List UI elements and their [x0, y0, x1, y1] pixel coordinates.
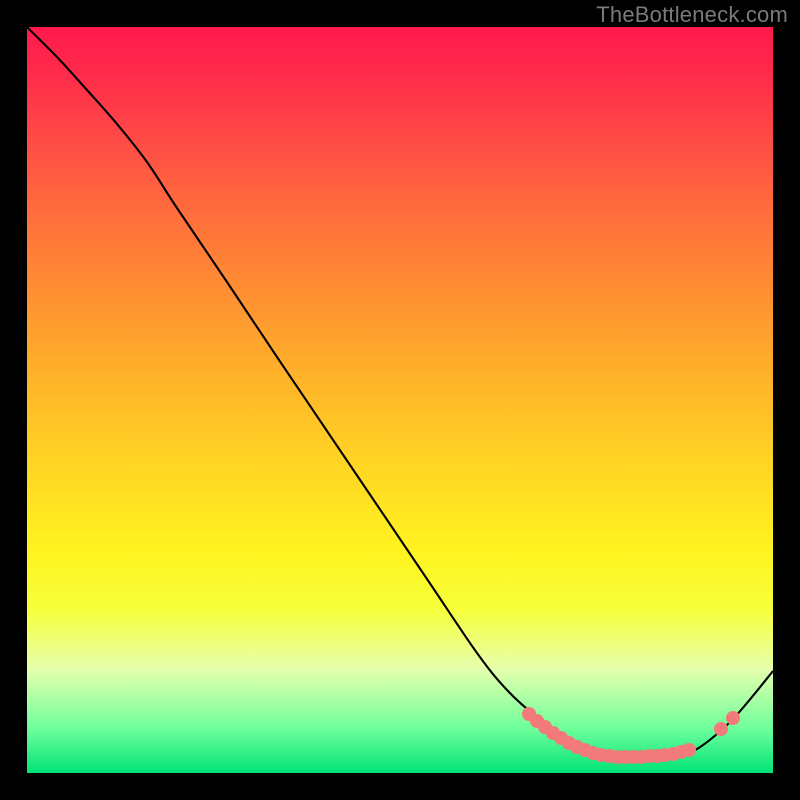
chart-plot-area: [27, 27, 773, 773]
watermark-text: TheBottleneck.com: [596, 2, 788, 28]
marker-dot: [683, 744, 696, 757]
chart-svg: [27, 27, 773, 773]
bottleneck-curve: [27, 27, 773, 756]
marker-dot: [727, 712, 740, 725]
marker-dot: [715, 723, 728, 736]
marker-cluster: [523, 708, 740, 764]
